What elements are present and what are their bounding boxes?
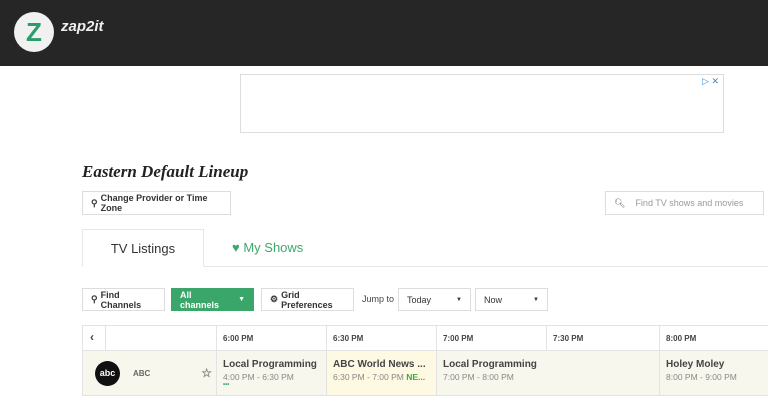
find-channels-label: Find Channels (100, 289, 142, 310)
search-placeholder: Find TV shows and movies (635, 198, 744, 208)
program-cell[interactable]: Local Programming 4:00 PM - 6:30 PM ••• (217, 351, 327, 396)
favorite-star-icon[interactable]: ☆ (201, 366, 212, 380)
search-icon: ⚲ (91, 294, 98, 304)
program-time: 6:30 PM - 7:00 PM (333, 372, 404, 382)
program-cell[interactable]: ABC World News ... 6:30 PM - 7:00 PM NE.… (327, 351, 437, 396)
heart-icon: ♥ (232, 240, 240, 255)
program-time: 8:00 PM - 9:00 PM (666, 372, 737, 382)
grid-preferences-button[interactable]: ⚙ Grid Preferences (261, 288, 354, 311)
caret-down-icon: ▼ (238, 296, 245, 303)
caret-down-icon: ▼ (456, 296, 462, 303)
program-time: 7:00 PM - 8:00 PM (443, 372, 514, 382)
search-input[interactable]: 🔍︎ Find TV shows and movies (605, 191, 764, 215)
program-cell[interactable]: Holey Moley 8:00 PM - 9:00 PM (660, 351, 768, 396)
more-icon[interactable]: ••• (223, 382, 320, 388)
grid-preferences-label: Grid Preferences (281, 289, 333, 310)
time-slot: 7:00 PM (437, 325, 547, 351)
grid-corner (106, 325, 217, 351)
ad-banner[interactable]: ▷ ✕ (240, 74, 724, 133)
jump-to-label: Jump to (362, 294, 395, 304)
channel-cell[interactable]: abc ABC ☆ (82, 351, 217, 396)
day-select[interactable]: Today ▼ (398, 288, 471, 311)
program-title: Local Programming (443, 359, 537, 370)
time-slot: 7:30 PM (547, 325, 660, 351)
time-slot: 6:30 PM (327, 325, 437, 351)
tab-tv-listings[interactable]: TV Listings (82, 229, 204, 267)
change-provider-label: Change Provider or Time Zone (100, 193, 208, 213)
zap2it-logo[interactable]: Z (14, 12, 54, 52)
gear-icon: ⚙ (270, 294, 279, 304)
program-title: Holey Moley (666, 359, 725, 370)
tab-my-shows[interactable]: ♥ My Shows (232, 240, 303, 255)
brand-name[interactable]: zap2it (61, 18, 104, 35)
program-title: Local Programming (223, 359, 317, 370)
time-slot: 8:00 PM (660, 325, 768, 351)
time-select[interactable]: Now ▼ (475, 288, 548, 311)
caret-down-icon: ▼ (533, 296, 539, 303)
program-title: ABC World News ... (333, 359, 426, 370)
find-channels-button[interactable]: ⚲ Find Channels (82, 288, 165, 311)
program-cell[interactable]: Local Programming 7:00 PM - 8:00 PM (437, 351, 660, 396)
day-value: Today (407, 294, 432, 305)
all-channels-dropdown[interactable]: All channels ▼ (171, 288, 254, 311)
adchoices-close-icon[interactable]: ▷ ✕ (702, 76, 719, 87)
new-badge: NE... (406, 372, 426, 382)
channel-name: ABC (133, 368, 151, 378)
program-time: 4:00 PM - 6:30 PM (223, 372, 294, 382)
change-provider-button[interactable]: ⚲ Change Provider or Time Zone (82, 191, 231, 215)
page-title: Eastern Default Lineup (82, 162, 249, 181)
time-value: Now (484, 294, 503, 305)
grid-prev-button[interactable]: ‹ (82, 325, 106, 351)
location-pin-icon: ⚲ (91, 197, 98, 208)
top-header: Z zap2it (0, 0, 768, 66)
search-icon: 🔍︎ (614, 197, 626, 208)
abc-logo: abc (95, 360, 120, 386)
tab-my-shows-label: My Shows (243, 240, 304, 255)
all-channels-label: All channels (180, 289, 220, 310)
time-slot: 6:00 PM (217, 325, 327, 351)
